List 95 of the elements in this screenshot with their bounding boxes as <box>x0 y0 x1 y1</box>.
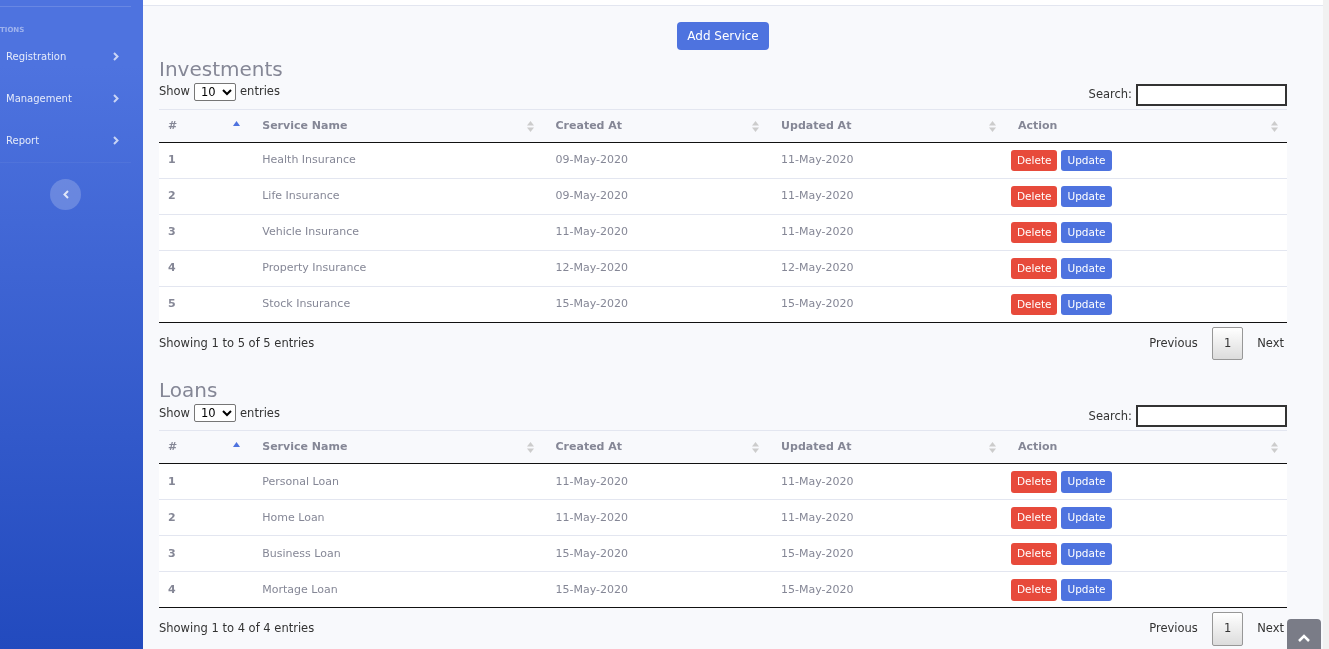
update-button[interactable]: Update <box>1061 257 1112 280</box>
pagination-button[interactable]: Previous <box>1135 612 1212 646</box>
table-cell: 11-May-2020 <box>542 214 769 251</box>
table-cell: 1 <box>159 463 250 500</box>
column-header[interactable]: Updated At <box>781 439 852 456</box>
info-text: Showing 1 to 5 of 5 entries <box>159 335 315 352</box>
table-cell: 12-May-2020 <box>542 250 769 287</box>
show-label: Show <box>159 404 191 422</box>
table-cell: 15-May-2020 <box>768 535 1005 572</box>
table-cell: 15-May-2020 <box>542 571 769 608</box>
table-cell: 11-May-2020 <box>768 142 1005 179</box>
chevron-right-icon <box>113 136 119 145</box>
update-button[interactable]: Update <box>1061 506 1112 529</box>
pagination-button[interactable]: Next <box>1243 612 1287 646</box>
table-cell: 5 <box>159 286 250 323</box>
sidebar-item[interactable]: Registration <box>0 35 131 78</box>
column-header[interactable]: # <box>168 117 178 135</box>
column-header[interactable]: Service Name <box>262 117 348 135</box>
table-cell: 15-May-2020 <box>768 286 1005 323</box>
section-title: Investments <box>159 57 284 81</box>
sidebar-item[interactable]: Report <box>0 119 131 162</box>
update-button[interactable]: Update <box>1061 542 1112 565</box>
table-cell: Stock Insurance <box>249 286 543 323</box>
entries-label: entries <box>240 83 280 101</box>
delete-button[interactable]: Delete <box>1010 149 1058 172</box>
table-cell: 1 <box>159 142 250 179</box>
add-service-button[interactable]: Add Service <box>677 22 769 50</box>
table-cell: 3 <box>159 535 250 572</box>
pagination-button[interactable]: Previous <box>1135 327 1212 361</box>
update-button[interactable]: Update <box>1061 149 1112 172</box>
scroll-to-top-button[interactable] <box>1287 619 1321 649</box>
chevron-right-icon <box>113 94 119 103</box>
show-label: Show <box>159 83 191 101</box>
search-label: Search: <box>1088 86 1132 104</box>
search-field[interactable] <box>1136 84 1287 106</box>
table-cell: 09-May-2020 <box>542 142 769 179</box>
table-cell: 15-May-2020 <box>768 571 1005 608</box>
table-cell: Personal Loan <box>249 463 543 500</box>
delete-button[interactable]: Delete <box>1010 257 1058 280</box>
search-label: Search: <box>1088 407 1132 425</box>
chevron-right-icon <box>113 52 119 61</box>
entries-select[interactable]: 10 <box>194 404 237 423</box>
table-cell: 11-May-2020 <box>768 178 1005 215</box>
delete-button[interactable]: Delete <box>1010 506 1058 529</box>
column-header[interactable]: Updated At <box>781 117 852 135</box>
table-cell: 4 <box>159 571 250 608</box>
column-header[interactable]: Created At <box>555 117 623 135</box>
column-header[interactable]: # <box>168 439 178 456</box>
update-button[interactable]: Update <box>1061 470 1112 493</box>
sidebar-item[interactable]: Management <box>0 77 131 120</box>
sidebar-toggle-button[interactable] <box>50 178 81 210</box>
delete-button[interactable]: Delete <box>1010 293 1058 316</box>
caret-up-icon <box>1298 634 1310 642</box>
table-cell: 11-May-2020 <box>768 463 1005 500</box>
update-button[interactable]: Update <box>1061 185 1112 208</box>
delete-button[interactable]: Delete <box>1010 470 1058 493</box>
table-cell: 11-May-2020 <box>768 499 1005 536</box>
table-cell: 2 <box>159 178 250 215</box>
pagination-button[interactable]: Next <box>1243 327 1287 361</box>
table-cell: 15-May-2020 <box>542 535 769 572</box>
update-button[interactable]: Update <box>1061 293 1112 316</box>
entries-label: entries <box>240 404 280 422</box>
table-cell: Health Insurance <box>249 142 543 179</box>
table-cell: 09-May-2020 <box>542 178 769 215</box>
table-cell: 12-May-2020 <box>768 250 1005 287</box>
section-title: Loans <box>159 378 219 403</box>
search-field[interactable] <box>1136 405 1287 428</box>
table-cell: Vehicle Insurance <box>249 214 543 251</box>
info-text: Showing 1 to 4 of 4 entries <box>159 620 315 638</box>
table-cell: 2 <box>159 499 250 536</box>
delete-button[interactable]: Delete <box>1010 221 1058 244</box>
column-header[interactable]: Service Name <box>262 439 348 456</box>
column-header[interactable]: Action <box>1017 439 1058 456</box>
table-cell: 11-May-2020 <box>768 214 1005 251</box>
column-header[interactable]: Action <box>1017 117 1058 135</box>
update-button[interactable]: Update <box>1061 578 1112 601</box>
table-cell: 11-May-2020 <box>542 499 769 536</box>
pagination-button[interactable]: 1 <box>1211 612 1244 646</box>
table-cell: 15-May-2020 <box>542 286 769 323</box>
entries-select[interactable]: 10 <box>194 83 237 101</box>
table-cell: 11-May-2020 <box>542 463 769 500</box>
delete-button[interactable]: Delete <box>1010 578 1058 601</box>
table-cell: 4 <box>159 250 250 287</box>
update-button[interactable]: Update <box>1061 221 1112 244</box>
table-cell: Mortage Loan <box>249 571 543 608</box>
table-cell: Business Loan <box>249 535 543 572</box>
pagination-button[interactable]: 1 <box>1211 327 1244 361</box>
chevron-left-icon <box>62 189 69 199</box>
table-cell: Life Insurance <box>249 178 543 215</box>
table-cell: Property Insurance <box>249 250 543 287</box>
table-cell: Home Loan <box>249 499 543 536</box>
delete-button[interactable]: Delete <box>1010 185 1058 208</box>
column-header[interactable]: Created At <box>555 439 623 456</box>
delete-button[interactable]: Delete <box>1010 542 1058 565</box>
table-cell: 3 <box>159 214 250 251</box>
